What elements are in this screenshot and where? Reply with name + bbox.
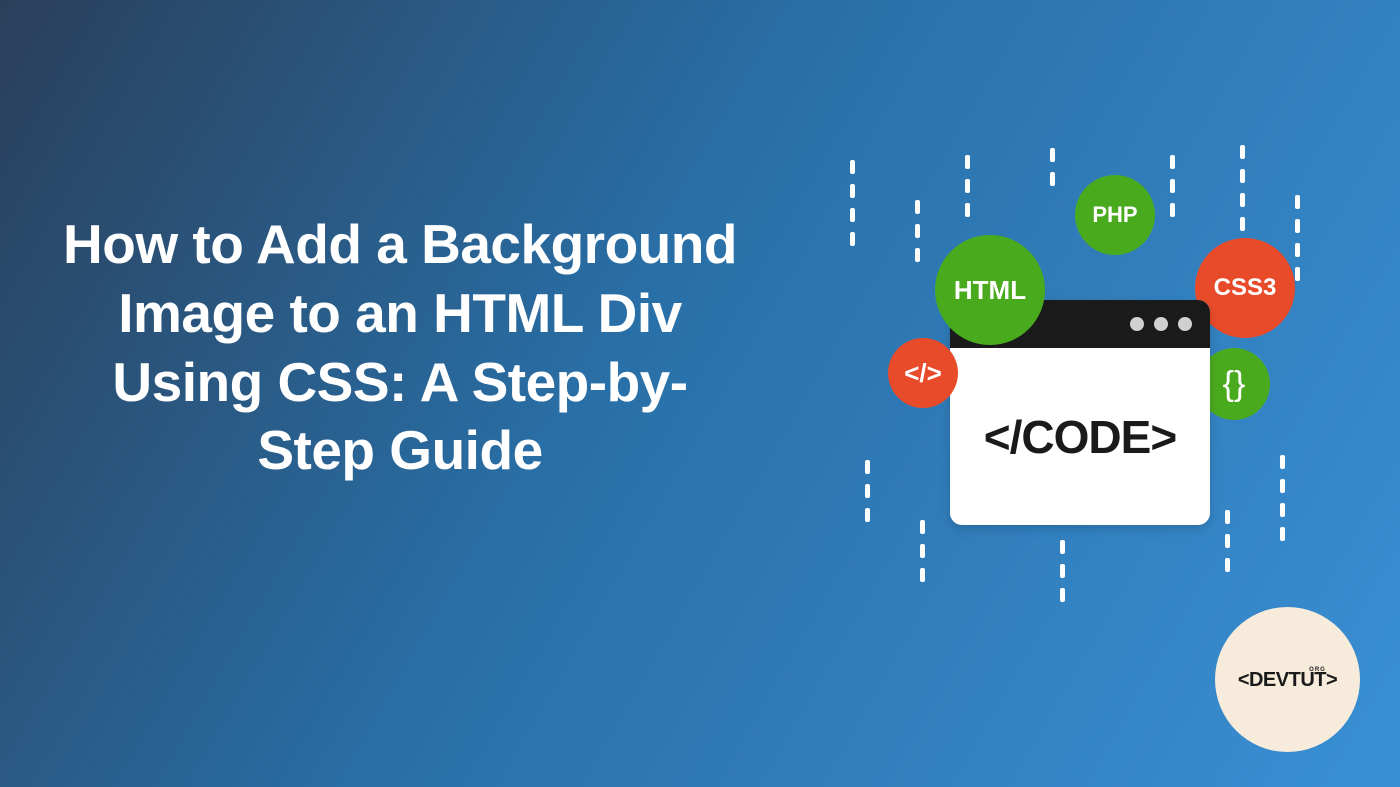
window-dot-icon [1178, 317, 1192, 331]
html-bubble-icon: HTML [935, 235, 1045, 345]
code-tag-bubble-icon: </> [888, 338, 958, 408]
window-dot-icon [1154, 317, 1168, 331]
php-bubble-icon: PHP [1075, 175, 1155, 255]
logo-main-text: <DEVTUT> [1238, 669, 1337, 692]
css3-bubble-icon: CSS3 [1195, 238, 1295, 338]
page-title: How to Add a Background Image to an HTML… [60, 210, 740, 485]
devtut-logo: ORG <DEVTUT> [1215, 607, 1360, 752]
window-dot-icon [1130, 317, 1144, 331]
code-label: </CODE> [950, 348, 1210, 525]
code-illustration: PHP CSS3 HTML </> {} </CODE> [810, 140, 1340, 620]
